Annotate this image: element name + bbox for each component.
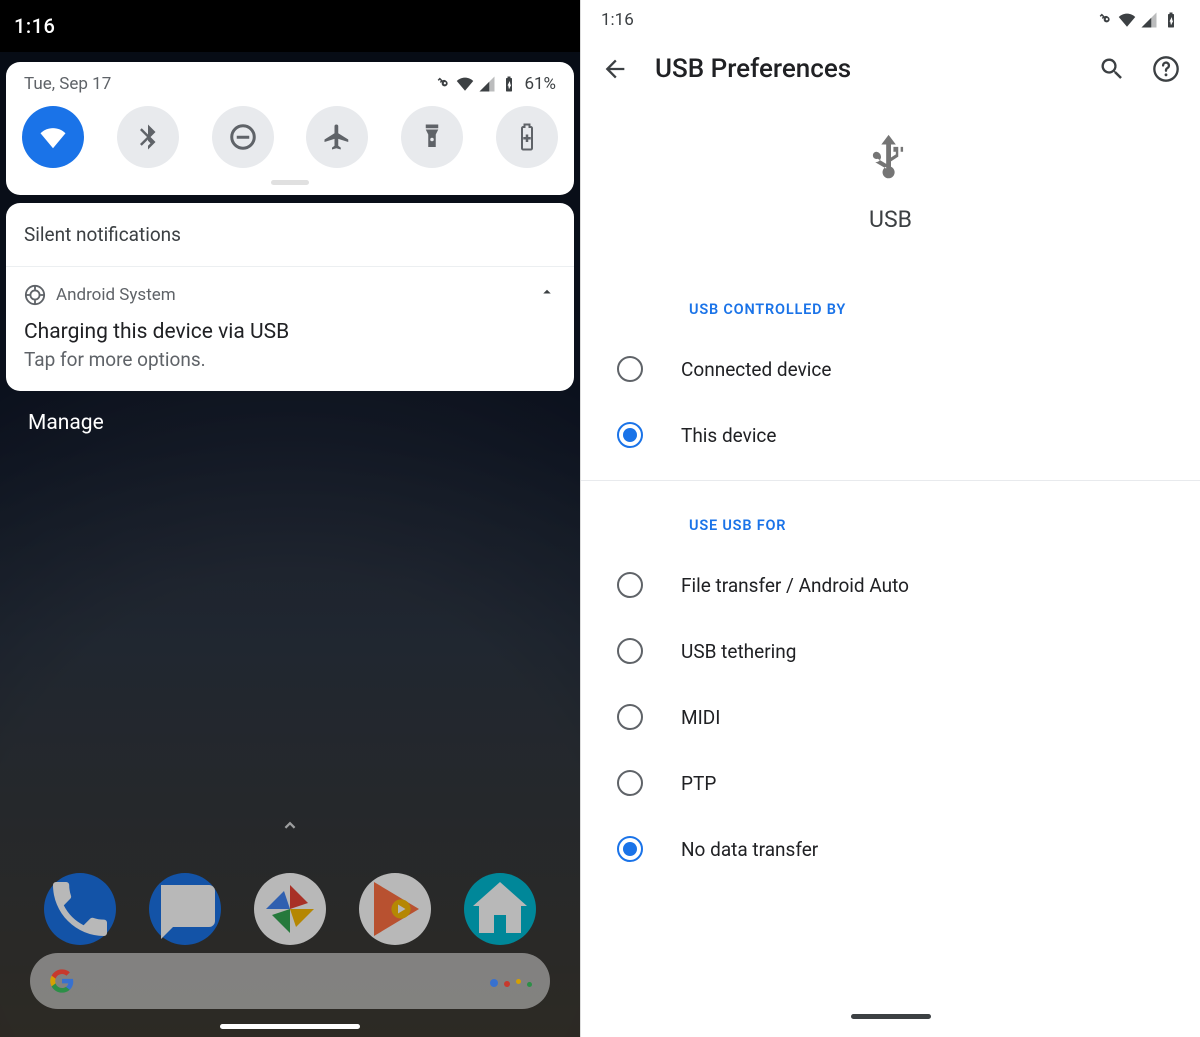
notification-subtitle: Tap for more options. xyxy=(24,348,556,371)
usb-hero-label: USB xyxy=(581,206,1200,233)
bluetooth-icon xyxy=(133,122,163,152)
radio-icon xyxy=(617,770,643,796)
radio-label: This device xyxy=(681,424,776,447)
page-title: USB Preferences xyxy=(655,54,1072,84)
radio-icon xyxy=(617,704,643,730)
app-drawer-hint-icon xyxy=(279,815,301,841)
qs-tile-airplane[interactable] xyxy=(306,106,368,168)
radio-label: File transfer / Android Auto xyxy=(681,574,909,597)
silent-notifications-card: Silent notifications Android System Char… xyxy=(6,203,574,391)
status-bar: 1:16 xyxy=(0,0,580,52)
app-play-music[interactable] xyxy=(359,873,431,945)
notification-source: Android System xyxy=(56,285,176,305)
android-system-icon xyxy=(24,284,46,306)
status-time: 1:16 xyxy=(601,10,634,30)
radio-file-transfer[interactable]: File transfer / Android Auto xyxy=(581,552,1200,618)
radio-icon xyxy=(617,572,643,598)
quick-settings-panel[interactable]: Tue, Sep 17 61% xyxy=(6,62,574,195)
usb-icon xyxy=(862,130,920,188)
app-photos[interactable] xyxy=(254,873,326,945)
radio-label: No data transfer xyxy=(681,838,818,861)
help-button[interactable] xyxy=(1152,55,1180,83)
silent-notifications-header: Silent notifications xyxy=(6,203,574,267)
gesture-nav-pill[interactable] xyxy=(851,1014,931,1019)
assistant-icon[interactable] xyxy=(490,972,532,991)
home-dock xyxy=(0,873,580,945)
radio-label: USB tethering xyxy=(681,640,796,663)
google-search-bar[interactable] xyxy=(30,953,550,1009)
vpn-key-icon xyxy=(1096,11,1114,29)
radio-usb-tethering[interactable]: USB tethering xyxy=(581,618,1200,684)
qs-status-icons xyxy=(434,75,518,93)
manage-notifications-button[interactable]: Manage xyxy=(0,391,580,455)
back-button[interactable] xyxy=(601,55,629,83)
google-g-icon xyxy=(48,967,76,995)
flashlight-icon xyxy=(417,122,447,152)
qs-tile-battery-saver[interactable] xyxy=(496,106,558,168)
gesture-nav-pill[interactable] xyxy=(220,1024,360,1029)
app-messages[interactable] xyxy=(149,873,221,945)
radio-no-data-transfer[interactable]: No data transfer xyxy=(581,816,1200,882)
radio-this-device[interactable]: This device xyxy=(581,402,1200,468)
dnd-icon xyxy=(228,122,258,152)
divider xyxy=(581,480,1200,481)
radio-label: MIDI xyxy=(681,706,720,729)
wifi-icon xyxy=(1118,11,1136,29)
section-header-controlled-by: USB CONTROLLED BY xyxy=(581,291,1200,336)
qs-tile-row xyxy=(18,106,562,176)
app-phone[interactable] xyxy=(44,873,116,945)
vpn-key-icon xyxy=(434,75,452,93)
battery-charging-icon xyxy=(1162,11,1180,29)
battery-saver-icon xyxy=(512,122,542,152)
radio-icon xyxy=(617,638,643,664)
screen-usb-preferences: 1:16 USB Preferences USB USB CONTROLLED … xyxy=(580,0,1200,1037)
app-home[interactable] xyxy=(464,873,536,945)
wifi-icon xyxy=(38,122,68,152)
airplane-icon xyxy=(322,122,352,152)
radio-icon xyxy=(617,422,643,448)
radio-label: PTP xyxy=(681,772,716,795)
qs-tile-bluetooth[interactable] xyxy=(117,106,179,168)
qs-expand-handle[interactable] xyxy=(271,180,309,185)
section-header-use-usb-for: USE USB FOR xyxy=(581,507,1200,552)
collapse-icon[interactable] xyxy=(538,283,556,306)
radio-midi[interactable]: MIDI xyxy=(581,684,1200,750)
screen-notification-shade: 1:16 Tue, Sep 17 61% xyxy=(0,0,580,1037)
radio-icon xyxy=(617,356,643,382)
wifi-icon xyxy=(456,75,474,93)
status-bar: 1:16 xyxy=(581,0,1200,40)
qs-tile-wifi[interactable] xyxy=(22,106,84,168)
qs-tile-dnd[interactable] xyxy=(212,106,274,168)
qs-date: Tue, Sep 17 xyxy=(24,74,111,94)
radio-ptp[interactable]: PTP xyxy=(581,750,1200,816)
app-bar: USB Preferences xyxy=(581,40,1200,94)
qs-tile-flashlight[interactable] xyxy=(401,106,463,168)
status-time: 1:16 xyxy=(14,14,55,38)
notification-item[interactable]: Android System Charging this device via … xyxy=(6,267,574,391)
qs-battery-pct: 61% xyxy=(524,74,556,94)
usb-hero: USB xyxy=(581,94,1200,291)
notification-title: Charging this device via USB xyxy=(24,320,556,344)
radio-icon xyxy=(617,836,643,862)
signal-icon xyxy=(1140,11,1158,29)
battery-charging-icon xyxy=(500,75,518,93)
search-button[interactable] xyxy=(1098,55,1126,83)
radio-connected-device[interactable]: Connected device xyxy=(581,336,1200,402)
radio-label: Connected device xyxy=(681,358,831,381)
qs-header: Tue, Sep 17 61% xyxy=(18,74,562,106)
signal-icon xyxy=(478,75,496,93)
